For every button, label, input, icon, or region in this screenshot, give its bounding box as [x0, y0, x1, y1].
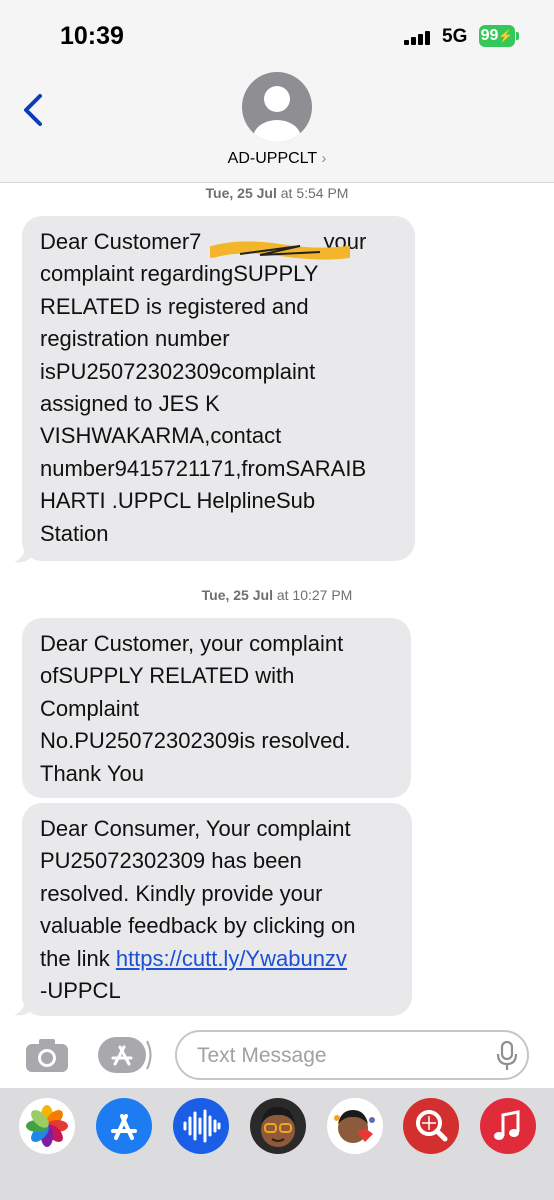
message-bubble[interactable]: Dear Consumer, Your complaint PU25072302…: [22, 803, 412, 1016]
app-drawer: [0, 1088, 554, 1200]
status-time: 10:39: [60, 22, 124, 50]
sticker-face: [334, 1110, 375, 1143]
chevron-right-icon: ›: [321, 150, 327, 167]
music-note-glyph: [494, 1110, 520, 1140]
timestamp-day: Tue, 25 Jul: [205, 185, 277, 201]
message-line: ofSUPPLY RELATED with: [40, 663, 295, 689]
music-icon[interactable]: [480, 1098, 536, 1154]
message-line: Dear Customer7: [40, 229, 202, 254]
message-line: Station: [40, 520, 109, 546]
contact-name-button[interactable]: AD-UPPCLT ›: [0, 150, 554, 168]
memoji-icon[interactable]: [250, 1098, 306, 1154]
message-input-wrapper: [175, 1030, 529, 1080]
message-bubble[interactable]: Dear Customer7 your complaint regardingS…: [22, 216, 415, 561]
conversation-header: AD-UPPCLT ›: [0, 70, 554, 183]
status-bar: 10:39 5G 99 ⚡: [0, 0, 554, 70]
search-glyph: [416, 1110, 448, 1142]
message-line: assigned to JES K: [40, 391, 220, 417]
battery-tip: [516, 32, 519, 40]
app-store-icon: [98, 1037, 152, 1073]
message-line: Complaint: [40, 695, 140, 721]
battery-level: 99: [480, 27, 499, 44]
back-button[interactable]: [18, 90, 54, 130]
app-store-glyph: [111, 1114, 137, 1140]
timestamp: Tue, 25 Jul at 5:54 PM: [0, 185, 554, 201]
message-line: Dear Consumer, Your complaint: [40, 816, 351, 841]
web-search-icon[interactable]: [403, 1098, 459, 1154]
timestamp-time: at 10:27 PM: [272, 587, 353, 603]
message-line: Thank You: [40, 760, 144, 786]
message-line: valuable feedback by clicking on: [40, 913, 356, 939]
message-line: VISHWAKARMA,contact: [40, 423, 282, 449]
contact-name: AD-UPPCLT: [227, 150, 317, 167]
bubble-tail: [14, 540, 34, 563]
contact-avatar[interactable]: [242, 72, 312, 142]
timestamp: Tue, 25 Jul at 10:27 PM: [0, 587, 554, 603]
message-line: PU25072302309 has been: [40, 848, 302, 874]
timestamp-time: at 5:54 PM: [276, 185, 349, 201]
message-line: Dear Customer, your complaint: [40, 631, 344, 656]
person-icon: [253, 86, 301, 142]
audio-message-icon[interactable]: [173, 1098, 229, 1154]
apps-button[interactable]: [98, 1037, 152, 1073]
photos-flower: [26, 1105, 68, 1147]
message-bubble[interactable]: Dear Customer, your complaint ofSUPPLY R…: [22, 618, 411, 798]
timestamp-day: Tue, 25 Jul: [201, 587, 273, 603]
battery-icon: 99 ⚡: [479, 25, 515, 47]
message-line: the link: [40, 945, 116, 971]
memoji-stickers-icon[interactable]: [327, 1098, 383, 1154]
message-line: RELATED is registered and: [40, 293, 309, 319]
message-line: -UPPCL: [40, 978, 121, 1004]
redaction-scribble: [210, 241, 350, 260]
waveform-glyph: [183, 1109, 221, 1143]
message-input[interactable]: [195, 1041, 489, 1071]
message-line: No.PU25072302309is resolved.: [40, 728, 351, 754]
message-line: HARTI .UPPCL HelplineSub: [40, 488, 316, 514]
camera-button[interactable]: [25, 1037, 69, 1073]
message-line: registration number: [40, 326, 230, 352]
bubble-tail: [14, 993, 34, 1016]
message-line: number9415721171,fromSARAIB: [40, 455, 367, 481]
camera-icon: [26, 1039, 68, 1072]
memoji-face: [261, 1106, 295, 1147]
cellular-signal-icon: [404, 31, 434, 45]
microphone-icon[interactable]: [495, 1041, 519, 1071]
app-store-icon[interactable]: [96, 1098, 152, 1154]
network-type: 5G: [442, 26, 468, 47]
feedback-link[interactable]: https://cutt.ly/Ywabunzv: [116, 946, 347, 971]
message-line: isPU25072302309complaint: [40, 358, 316, 384]
message-line: complaint regardingSUPPLY: [40, 261, 319, 287]
message-line: resolved. Kindly provide your: [40, 880, 323, 906]
chevron-left-icon: [24, 94, 42, 126]
photos-icon[interactable]: [19, 1098, 75, 1154]
